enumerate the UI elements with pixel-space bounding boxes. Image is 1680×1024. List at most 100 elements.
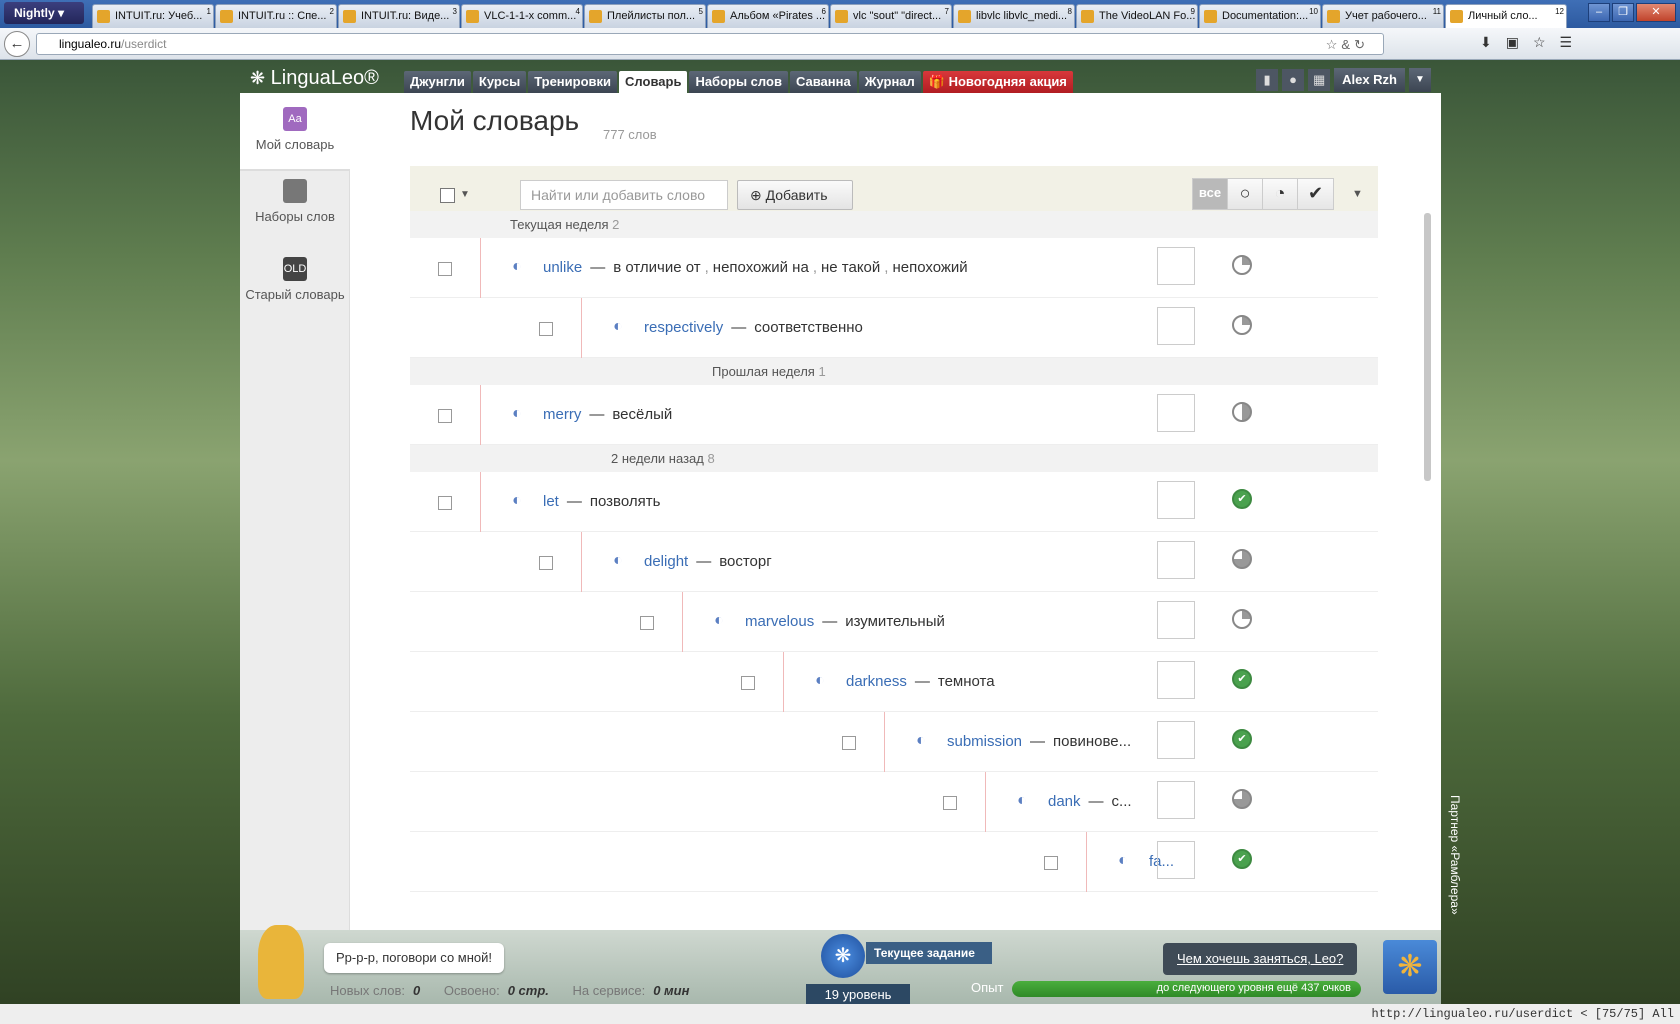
word-checkbox[interactable] <box>1044 856 1058 870</box>
paw-icon[interactable]: ❋ <box>1383 940 1437 994</box>
english-word[interactable]: delight <box>644 553 688 570</box>
speaker-icon[interactable]: ◐ <box>613 552 623 570</box>
filter-all-button[interactable]: все <box>1193 179 1228 209</box>
english-word[interactable]: respectively <box>644 319 723 336</box>
coin-icon[interactable]: ● <box>1282 69 1305 91</box>
translation[interactable]: в отличие от <box>613 259 700 276</box>
partner-label[interactable]: Партнер «Рамблера» <box>1448 795 1462 915</box>
progress-icon[interactable]: ✔ <box>1232 849 1252 869</box>
progress-icon[interactable] <box>1232 609 1252 629</box>
word-checkbox[interactable] <box>943 796 957 810</box>
translation[interactable]: непохожий <box>892 259 967 276</box>
speaker-icon[interactable]: ◐ <box>916 732 926 750</box>
sidebar-item-word-sets[interactable]: Наборы слов <box>240 179 350 224</box>
translation[interactable]: восторг <box>719 553 772 570</box>
browser-tab[interactable]: vlc "sout" "direct... 7 <box>830 4 952 28</box>
translation[interactable]: позволять <box>590 493 661 510</box>
nav-tab[interactable]: Словарь <box>619 71 688 93</box>
table-row[interactable]: ◐ delight — восторг <box>410 532 1378 592</box>
word-checkbox[interactable] <box>842 736 856 750</box>
translation[interactable]: темнота <box>938 673 995 690</box>
browser-tab[interactable]: INTUIT.ru: Виде... 3 <box>338 4 460 28</box>
filter-learning-icon[interactable]: ◔ <box>1263 179 1298 209</box>
english-word[interactable]: dank <box>1048 793 1081 810</box>
word-checkbox[interactable] <box>438 262 452 276</box>
word-picture[interactable] <box>1157 247 1195 285</box>
progress-icon[interactable] <box>1232 255 1252 275</box>
nav-tab[interactable]: Наборы слов <box>689 71 788 93</box>
download-icon[interactable]: ⬇ <box>1480 34 1506 50</box>
avatar[interactable]: ▦ <box>1308 69 1331 91</box>
table-row[interactable]: ◐ darkness — темнота ✔ <box>410 652 1378 712</box>
translation[interactable]: весёлый <box>612 406 672 423</box>
paw-icon[interactable]: ❋ <box>821 934 865 978</box>
word-picture[interactable] <box>1157 841 1195 879</box>
table-row[interactable]: ◐ marvelous — изумительный <box>410 592 1378 652</box>
word-checkbox[interactable] <box>438 496 452 510</box>
filter-new-icon[interactable]: ○ <box>1228 179 1263 209</box>
nav-tab[interactable]: Тренировки <box>528 71 618 93</box>
progress-icon[interactable] <box>1232 315 1252 335</box>
addon-icon[interactable]: ▣ <box>1506 34 1533 50</box>
speaker-icon[interactable]: ◐ <box>512 492 522 510</box>
speaker-icon[interactable]: ◐ <box>1118 852 1128 870</box>
speaker-icon[interactable]: ◐ <box>815 672 825 690</box>
url-bar[interactable]: lingualeo.ru/userdict ☆&↻ <box>36 33 1384 55</box>
username[interactable]: Alex Rzh <box>1334 68 1405 92</box>
add-word-button[interactable]: ⊕ Добавить <box>737 180 853 210</box>
chevron-down-icon[interactable]: ▼ <box>1409 68 1431 92</box>
word-picture[interactable] <box>1157 661 1195 699</box>
english-word[interactable]: darkness <box>846 673 907 690</box>
nav-tab[interactable]: Курсы <box>472 71 527 93</box>
translation[interactable]: повинове... <box>1053 733 1131 750</box>
browser-tab[interactable]: VLC-1-1-x comm... 4 <box>461 4 583 28</box>
translation[interactable]: изумительный <box>845 613 945 630</box>
back-icon[interactable]: ← <box>4 31 30 57</box>
site-logo[interactable]: ❋ LinguaLeo® <box>250 67 379 90</box>
select-all-checkbox[interactable] <box>440 188 455 203</box>
browser-menu-button[interactable]: Nightly ▾ <box>4 2 84 24</box>
english-word[interactable]: merry <box>543 406 581 423</box>
word-picture[interactable] <box>1157 721 1195 759</box>
nav-tab[interactable]: Саванна <box>789 71 857 93</box>
restore-button[interactable]: ❐ <box>1612 3 1634 22</box>
lion-mascot-icon[interactable] <box>258 925 304 999</box>
english-word[interactable]: let <box>543 493 559 510</box>
search-input[interactable] <box>520 180 728 210</box>
speaker-icon[interactable]: ◐ <box>512 405 522 423</box>
progress-icon[interactable] <box>1232 402 1252 422</box>
translation[interactable]: соответственно <box>754 319 863 336</box>
english-word[interactable]: submission <box>947 733 1022 750</box>
word-picture[interactable] <box>1157 307 1195 345</box>
browser-tab[interactable]: Плейлисты пол... 5 <box>584 4 706 28</box>
chevron-down-icon[interactable]: ▼ <box>460 189 470 200</box>
ampersand-icon[interactable]: & <box>1341 37 1354 52</box>
table-row[interactable]: ◐ fa... ✔ <box>410 832 1378 892</box>
speaker-icon[interactable]: ◐ <box>512 258 522 276</box>
word-checkbox[interactable] <box>539 322 553 336</box>
filter-learned-icon[interactable]: ✔ <box>1298 179 1333 209</box>
word-checkbox[interactable] <box>741 676 755 690</box>
english-word[interactable]: unlike <box>543 259 582 276</box>
browser-tab[interactable]: Личный сло... 12 <box>1445 4 1567 28</box>
reload-icon[interactable]: ↻ <box>1354 37 1369 52</box>
browser-tab[interactable]: libvlc libvlc_medi... 8 <box>953 4 1075 28</box>
minimize-button[interactable]: – <box>1588 3 1610 22</box>
star-icon[interactable]: ☆ <box>1326 37 1342 52</box>
nav-tab[interactable]: 🎁 Новогодняя акция <box>922 71 1073 93</box>
word-checkbox[interactable] <box>438 409 452 423</box>
close-window-button[interactable]: ✕ <box>1636 3 1676 22</box>
word-picture[interactable] <box>1157 601 1195 639</box>
progress-icon[interactable] <box>1232 549 1252 569</box>
scrollbar[interactable] <box>1424 213 1431 481</box>
menu-icon[interactable]: ☰ <box>1560 34 1587 50</box>
nav-tab[interactable]: Джунгли <box>404 71 471 93</box>
browser-tab[interactable]: INTUIT.ru: Учеб... 1 <box>92 4 214 28</box>
word-checkbox[interactable] <box>640 616 654 630</box>
translation[interactable]: с... <box>1112 793 1132 810</box>
speaker-icon[interactable]: ◐ <box>714 612 724 630</box>
browser-tab[interactable]: The VideoLAN Fo... 9 <box>1076 4 1198 28</box>
browser-tab[interactable]: Documentation:... 10 <box>1199 4 1321 28</box>
word-picture[interactable] <box>1157 481 1195 519</box>
current-task-button[interactable]: Текущее задание <box>866 942 992 964</box>
